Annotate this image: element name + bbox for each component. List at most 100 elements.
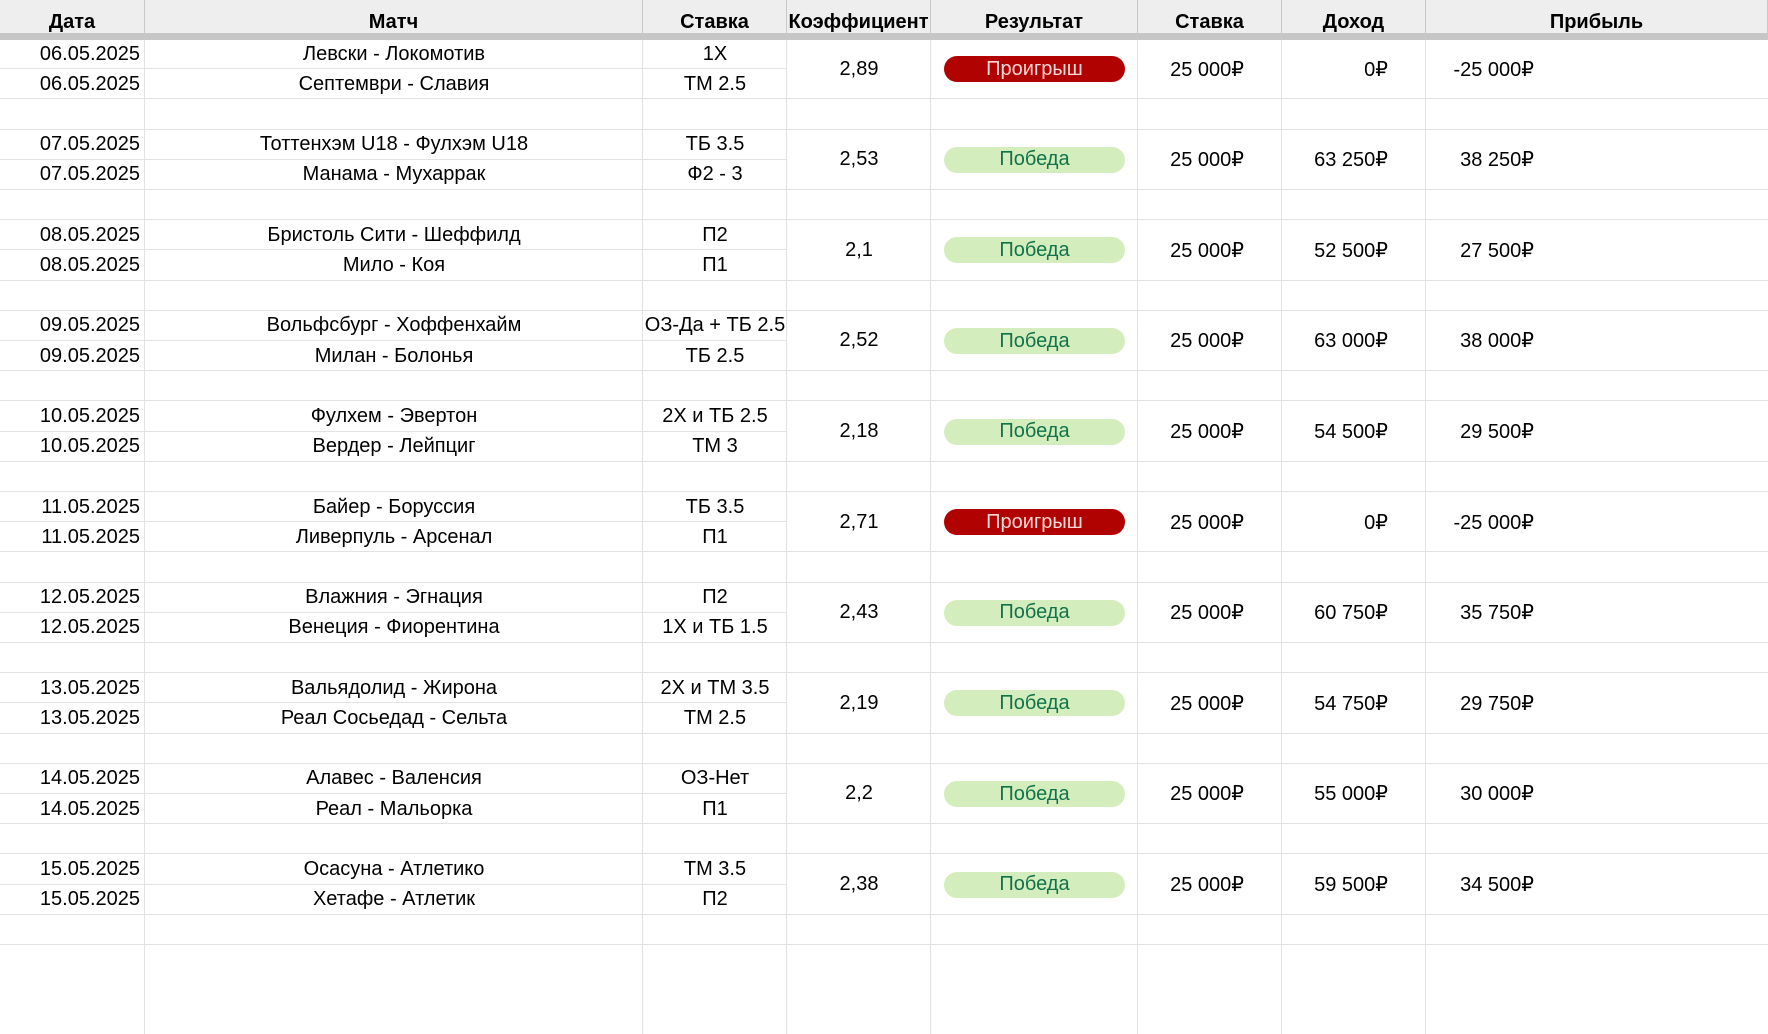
match-cell[interactable]: Левски - Локомотив — [145, 39, 643, 69]
date-cell[interactable]: 15.05.2025 — [0, 854, 140, 884]
stake-cell[interactable]: 25 000₽ — [1138, 764, 1244, 824]
profit-cell[interactable]: 30 000₽ — [1426, 764, 1534, 824]
bet-cell[interactable]: П1 — [643, 250, 787, 280]
stake-cell[interactable]: 25 000₽ — [1138, 401, 1244, 461]
result-chip[interactable]: Победа — [944, 146, 1125, 173]
bet-cell[interactable]: П1 — [643, 794, 787, 824]
result-chip[interactable]: Победа — [944, 871, 1125, 898]
bet-cell[interactable]: ОЗ-Нет — [643, 764, 787, 794]
result-chip[interactable]: Проигрыш — [944, 56, 1125, 83]
bet-cell[interactable]: П2 — [643, 885, 787, 915]
income-cell[interactable]: 60 750₽ — [1282, 583, 1388, 643]
date-cell[interactable]: 07.05.2025 — [0, 160, 140, 190]
date-cell[interactable]: 09.05.2025 — [0, 311, 140, 341]
date-cell[interactable]: 15.05.2025 — [0, 885, 140, 915]
bet-cell[interactable]: П2 — [643, 220, 787, 250]
stake-cell[interactable]: 25 000₽ — [1138, 673, 1244, 733]
bet-cell[interactable]: ОЗ-Да + ТБ 2.5 — [643, 311, 787, 341]
result-chip[interactable]: Проигрыш — [944, 509, 1125, 536]
bet-cell[interactable]: 1Х и ТБ 1.5 — [643, 613, 787, 643]
match-cell[interactable]: Осасуна - Атлетико — [145, 854, 643, 884]
bet-cell[interactable]: ТМ 3.5 — [643, 854, 787, 884]
stake-cell[interactable]: 25 000₽ — [1138, 39, 1244, 99]
profit-cell[interactable]: 29 750₽ — [1426, 673, 1534, 733]
date-cell[interactable]: 06.05.2025 — [0, 69, 140, 99]
bet-cell[interactable]: ТБ 3.5 — [643, 130, 787, 160]
income-cell[interactable]: 52 500₽ — [1282, 220, 1388, 280]
match-cell[interactable]: Хетафе - Атлетик — [145, 885, 643, 915]
date-cell[interactable]: 07.05.2025 — [0, 130, 140, 160]
header-profit[interactable]: Прибыль — [1426, 0, 1768, 40]
coef-cell[interactable]: 2,71 — [787, 492, 931, 552]
date-cell[interactable]: 11.05.2025 — [0, 492, 140, 522]
bet-cell[interactable]: 2Х и ТМ 3.5 — [643, 673, 787, 703]
date-cell[interactable]: 12.05.2025 — [0, 613, 140, 643]
match-cell[interactable]: Венеция - Фиорентина — [145, 613, 643, 643]
match-cell[interactable]: Байер - Боруссия — [145, 492, 643, 522]
income-cell[interactable]: 63 000₽ — [1282, 311, 1388, 371]
coef-cell[interactable]: 2,53 — [787, 130, 931, 190]
income-cell[interactable]: 55 000₽ — [1282, 764, 1388, 824]
coef-cell[interactable]: 2,2 — [787, 764, 931, 824]
coef-cell[interactable]: 2,52 — [787, 311, 931, 371]
bet-cell[interactable]: ТМ 2.5 — [643, 69, 787, 99]
bet-cell[interactable]: Ф2 - 3 — [643, 160, 787, 190]
match-cell[interactable]: Реал Сосьедад - Сельта — [145, 703, 643, 733]
match-cell[interactable]: Ливерпуль - Арсенал — [145, 522, 643, 552]
profit-cell[interactable]: 29 500₽ — [1426, 401, 1534, 461]
profit-cell[interactable]: 34 500₽ — [1426, 854, 1534, 914]
date-cell[interactable]: 14.05.2025 — [0, 794, 140, 824]
income-cell[interactable]: 59 500₽ — [1282, 854, 1388, 914]
profit-cell[interactable]: 38 000₽ — [1426, 311, 1534, 371]
header-match[interactable]: Матч — [145, 0, 643, 40]
result-chip[interactable]: Победа — [944, 418, 1125, 445]
bet-cell[interactable]: П2 — [643, 583, 787, 613]
header-date[interactable]: Дата — [0, 0, 145, 40]
result-chip[interactable]: Победа — [944, 328, 1125, 354]
coef-cell[interactable]: 2,1 — [787, 220, 931, 280]
date-cell[interactable]: 08.05.2025 — [0, 220, 140, 250]
header-coef[interactable]: Коэффициент — [787, 0, 931, 40]
header-result[interactable]: Результат — [931, 0, 1138, 40]
stake-cell[interactable]: 25 000₽ — [1138, 130, 1244, 190]
stake-cell[interactable]: 25 000₽ — [1138, 311, 1244, 371]
match-cell[interactable]: Манама - Мухаррак — [145, 160, 643, 190]
profit-cell[interactable]: -25 000₽ — [1426, 492, 1534, 552]
match-cell[interactable]: Алавес - Валенсия — [145, 764, 643, 794]
profit-cell[interactable]: 35 750₽ — [1426, 583, 1534, 643]
profit-cell[interactable]: -25 000₽ — [1426, 39, 1534, 99]
coef-cell[interactable]: 2,18 — [787, 401, 931, 461]
result-chip[interactable]: Победа — [944, 690, 1125, 717]
match-cell[interactable]: Бристоль Сити - Шеффилд — [145, 220, 643, 250]
bet-cell[interactable]: ТБ 2.5 — [643, 341, 787, 371]
stake-cell[interactable]: 25 000₽ — [1138, 220, 1244, 280]
match-cell[interactable]: Фулхем - Эвертон — [145, 401, 643, 431]
match-cell[interactable]: Реал - Мальорка — [145, 794, 643, 824]
match-cell[interactable]: Влажния - Эгнация — [145, 583, 643, 613]
date-cell[interactable]: 08.05.2025 — [0, 250, 140, 280]
match-cell[interactable]: Вольфсбург - Хоффенхайм — [145, 311, 643, 341]
header-income[interactable]: Доход — [1282, 0, 1426, 40]
date-cell[interactable]: 10.05.2025 — [0, 432, 140, 462]
income-cell[interactable]: 63 250₽ — [1282, 130, 1388, 190]
coef-cell[interactable]: 2,43 — [787, 583, 931, 643]
coef-cell[interactable]: 2,89 — [787, 39, 931, 99]
coef-cell[interactable]: 2,38 — [787, 854, 931, 914]
income-cell[interactable]: 54 750₽ — [1282, 673, 1388, 733]
match-cell[interactable]: Милан - Болонья — [145, 341, 643, 371]
date-cell[interactable]: 13.05.2025 — [0, 703, 140, 733]
income-cell[interactable]: 0₽ — [1282, 39, 1388, 99]
match-cell[interactable]: Мило - Коя — [145, 250, 643, 280]
header-bet[interactable]: Ставка — [643, 0, 787, 40]
bet-cell[interactable]: ТМ 2.5 — [643, 703, 787, 733]
date-cell[interactable]: 09.05.2025 — [0, 341, 140, 371]
match-cell[interactable]: Вердер - Лейпциг — [145, 432, 643, 462]
result-chip[interactable]: Победа — [944, 599, 1125, 626]
profit-cell[interactable]: 38 250₽ — [1426, 130, 1534, 190]
stake-cell[interactable]: 25 000₽ — [1138, 854, 1244, 914]
stake-cell[interactable]: 25 000₽ — [1138, 583, 1244, 643]
profit-cell[interactable]: 27 500₽ — [1426, 220, 1534, 280]
bet-cell[interactable]: 1Х — [643, 39, 787, 69]
bet-cell[interactable]: ТБ 3.5 — [643, 492, 787, 522]
match-cell[interactable]: Тоттенхэм U18 - Фулхэм U18 — [145, 130, 643, 160]
